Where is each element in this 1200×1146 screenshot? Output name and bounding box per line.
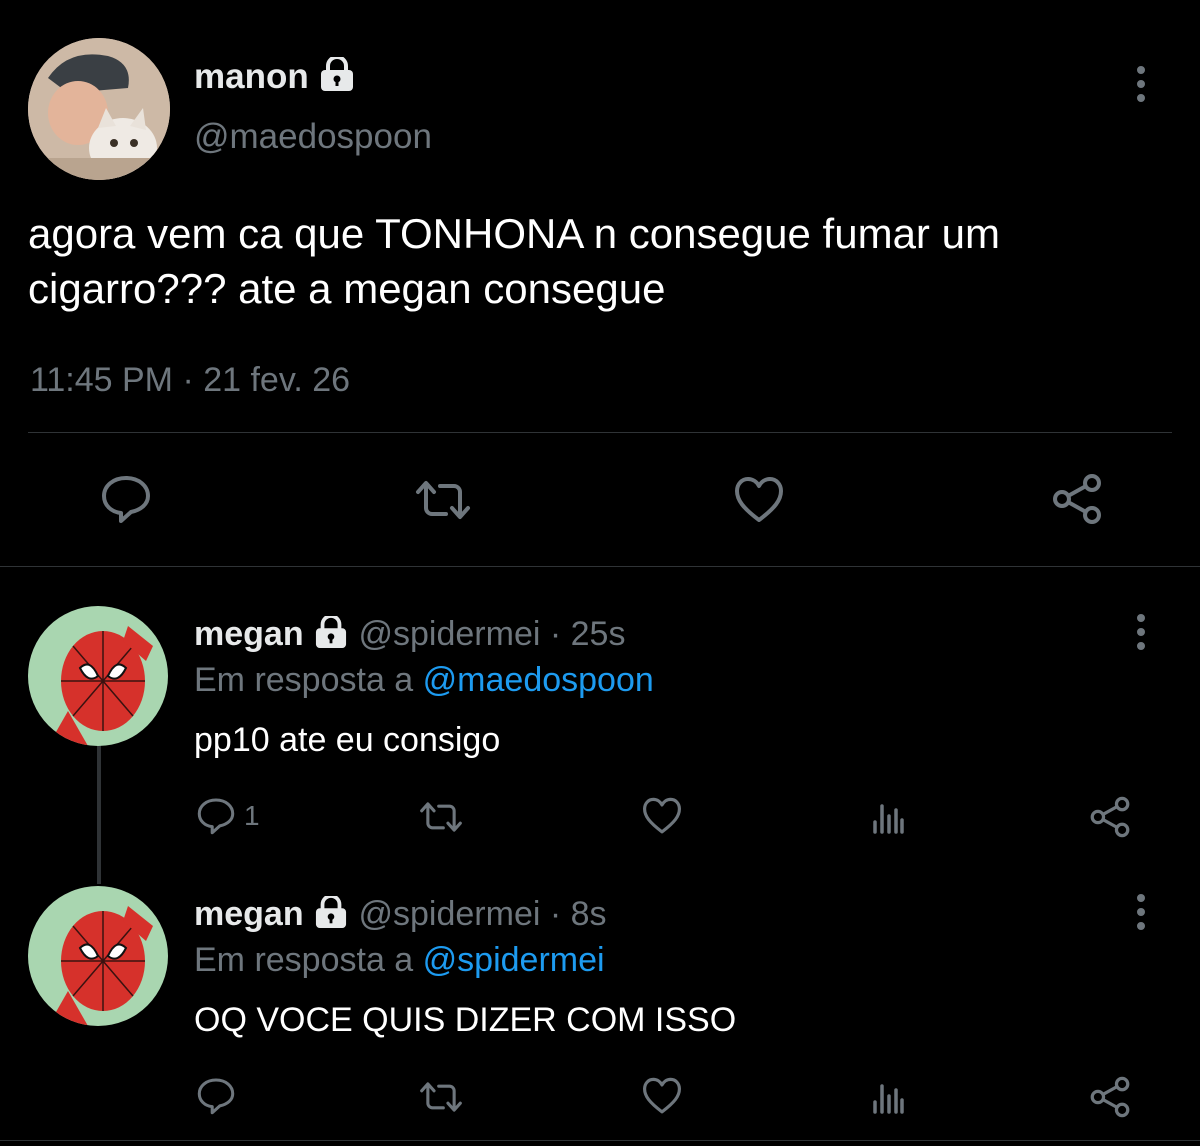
reply-icon[interactable] [196, 1077, 236, 1115]
separator: · [549, 895, 562, 933]
display-name[interactable]: manon [194, 57, 309, 96]
lock-icon [318, 55, 356, 100]
retweet-icon[interactable] [417, 1080, 465, 1114]
like-icon[interactable] [641, 1077, 683, 1115]
share-icon[interactable] [1088, 1076, 1132, 1118]
lock-icon [313, 893, 349, 937]
avatar[interactable] [28, 886, 168, 1026]
avatar-cat-photo-icon [28, 38, 170, 180]
divider [0, 1140, 1200, 1141]
user-handle[interactable]: @maedospoon [194, 117, 432, 157]
retweet-icon[interactable] [417, 800, 465, 834]
avatar[interactable] [28, 606, 168, 746]
retweet-icon[interactable] [412, 478, 474, 522]
lock-icon [313, 613, 349, 657]
avatar-spiderman-icon [28, 886, 168, 1026]
divider [0, 566, 1200, 567]
more-options-icon[interactable] [1137, 614, 1147, 656]
tweet-timestamp: 11:45 PM · 21 fev. 26 [30, 361, 351, 399]
like-icon[interactable] [733, 476, 785, 524]
share-icon[interactable] [1050, 473, 1104, 525]
tweet-text: agora vem ca que TONHONA n consegue fuma… [28, 210, 1000, 312]
user-handle[interactable]: @spidermei [359, 895, 541, 933]
more-options-icon[interactable] [1137, 894, 1147, 936]
tweet-text: OQ VOCE QUIS DIZER COM ISSO [194, 1001, 737, 1039]
separator: · [549, 615, 562, 653]
display-name[interactable]: megan [194, 895, 304, 933]
avatar[interactable] [28, 38, 170, 180]
tweet-time[interactable]: 8s [571, 895, 607, 933]
reply-count: 1 [244, 800, 260, 831]
reply-to-link[interactable]: @spidermei [423, 941, 605, 979]
thread-line [97, 722, 101, 884]
user-handle[interactable]: @spidermei [359, 615, 541, 653]
share-icon[interactable] [1088, 796, 1132, 838]
display-name[interactable]: megan [194, 615, 304, 653]
analytics-icon[interactable] [871, 800, 905, 834]
more-options-icon[interactable] [1137, 66, 1147, 108]
tweet-time[interactable]: 25s [571, 615, 626, 653]
reply-prefix: Em resposta a [194, 941, 414, 979]
tweet-text: pp10 ate eu consigo [194, 721, 501, 759]
reply-prefix: Em resposta a [194, 661, 414, 699]
reply-to-link[interactable]: @maedospoon [423, 661, 654, 699]
analytics-icon[interactable] [871, 1080, 905, 1114]
divider [28, 432, 1172, 433]
reply-icon[interactable] [100, 474, 152, 524]
avatar-spiderman-icon [28, 606, 168, 746]
like-icon[interactable] [641, 797, 683, 835]
reply-icon[interactable]: 1 [196, 797, 260, 835]
